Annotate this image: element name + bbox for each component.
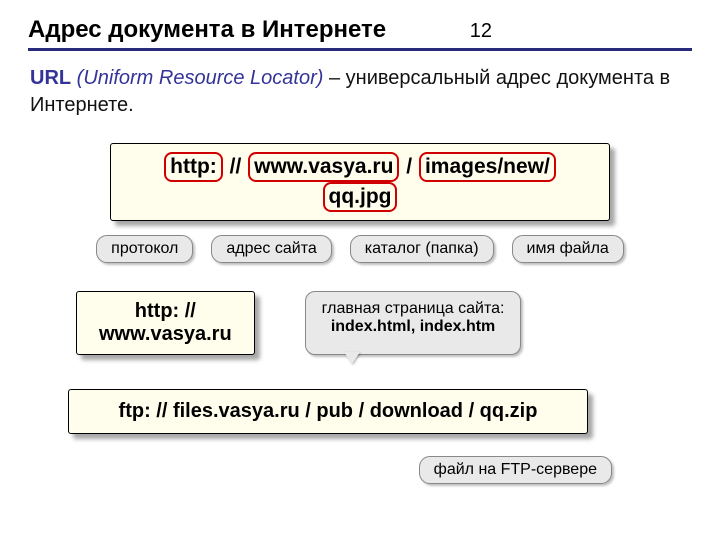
ftp-label-row: файл на FTP-сервере (28, 456, 692, 484)
label-host: адрес сайта (211, 235, 331, 263)
ftp-url-box: ftp: // files.vasya.ru / pub / download … (68, 389, 588, 434)
url-breakdown-box: http: // www.vasya.ru / images/new/ qq.j… (110, 143, 610, 221)
url-sep1: // (224, 155, 247, 178)
short-url-box: http: // www.vasya.ru (76, 291, 255, 355)
definition-text: URL (Uniform Resource Locator) – универс… (28, 65, 692, 119)
url-part-path: images/new/ (419, 152, 556, 182)
url-part-protocol: http: (164, 152, 223, 182)
short-url-line1: http: // (135, 300, 196, 322)
url-sep2: / (400, 155, 418, 178)
label-file: имя файла (512, 235, 624, 263)
url-abbrev: URL (30, 67, 71, 89)
url-part-host: www.vasya.ru (248, 152, 399, 182)
page-number: 12 (470, 20, 492, 43)
page-title: Адрес документа в Интернете (28, 16, 386, 44)
url-part-labels: протокол адрес сайта каталог (папка) имя… (28, 235, 692, 263)
ftp-label: файл на FTP-сервере (419, 456, 612, 484)
title-underline (28, 48, 692, 51)
url-part-file: qq.jpg (323, 182, 398, 212)
label-path: каталог (папка) (350, 235, 494, 263)
short-url-line2: www.vasya.ru (99, 323, 232, 345)
index-note-box: главная страница сайта: index.html, inde… (305, 291, 522, 355)
label-protocol: протокол (96, 235, 193, 263)
index-note-line2: index.html, index.htm (331, 318, 495, 335)
url-expansion: (Uniform Resource Locator) (77, 67, 324, 89)
index-note-line1: главная страница сайта: (322, 300, 505, 317)
